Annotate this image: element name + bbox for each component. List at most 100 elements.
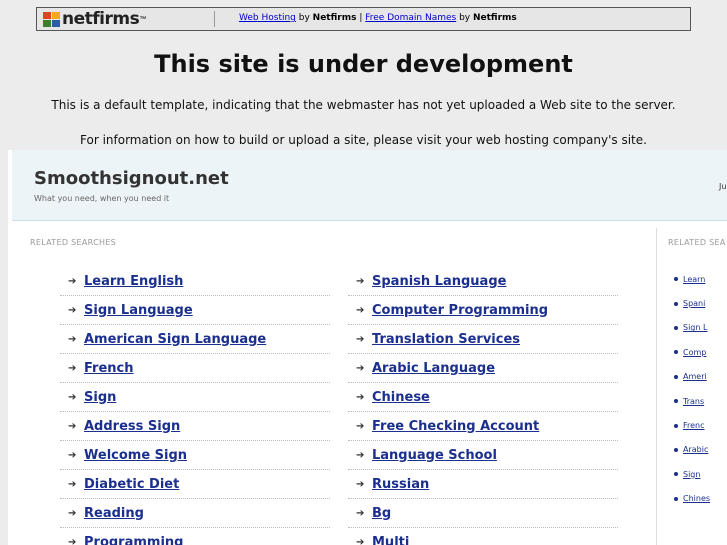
related-search-link[interactable]: Reading	[84, 506, 144, 521]
related-search-row: ➔ Translation Services	[348, 325, 618, 354]
netfirms-brand-1: Netfirms	[312, 13, 357, 23]
logo-trademark: ™	[139, 15, 147, 23]
site-title[interactable]: Smoothsignout.net	[34, 168, 229, 189]
bullet-icon	[674, 447, 678, 452]
related-search-link[interactable]: Language School	[372, 448, 497, 463]
sidebar-search-item: Sign	[674, 462, 727, 486]
related-search-link[interactable]: Programming	[84, 535, 183, 545]
site-header-right-text: Ju	[719, 182, 727, 191]
arrow-right-icon: ➔	[68, 275, 77, 287]
related-search-link[interactable]: Sign Language	[84, 303, 193, 318]
web-hosting-link[interactable]: Web Hosting	[239, 13, 296, 23]
related-searches-right-column: ➔ Spanish Language ➔ Computer Programming ➔ T…	[348, 267, 618, 545]
bullet-icon	[674, 472, 678, 477]
arrow-right-icon: ➔	[356, 362, 365, 374]
sidebar-search-link[interactable]: Trans	[683, 397, 704, 406]
related-search-link[interactable]: Diabetic Diet	[84, 477, 179, 492]
related-search-row: ➔ Diabetic Diet	[60, 470, 330, 499]
related-search-link[interactable]: American Sign Language	[84, 332, 266, 347]
sidebar-search-link[interactable]: Learn	[683, 275, 705, 284]
arrow-right-icon: ➔	[68, 449, 77, 461]
sidebar-search-item: Trans	[674, 389, 727, 413]
related-search-row: ➔ Russian	[348, 470, 618, 499]
bullet-icon	[674, 325, 678, 330]
column-divider	[656, 228, 657, 545]
related-search-row: ➔ Arabic Language	[348, 354, 618, 383]
bullet-icon	[674, 423, 678, 428]
related-search-link[interactable]: Chinese	[372, 390, 430, 405]
related-search-row: ➔ Programming	[60, 528, 330, 545]
bullet-icon	[674, 496, 678, 501]
related-search-link[interactable]: Computer Programming	[372, 303, 548, 318]
sidebar-search-item: Learn	[674, 267, 727, 291]
related-search-link[interactable]: Spanish Language	[372, 274, 506, 289]
bullet-icon	[674, 277, 678, 282]
info-text-hosting-company: For information on how to build or uploa…	[80, 133, 647, 147]
sidebar-search-link[interactable]: Comp	[683, 348, 706, 357]
related-search-row: ➔ American Sign Language	[60, 325, 330, 354]
arrow-right-icon: ➔	[356, 420, 365, 432]
related-search-row: ➔ Sign	[60, 383, 330, 412]
free-domain-names-link[interactable]: Free Domain Names	[365, 13, 456, 23]
arrow-right-icon: ➔	[356, 536, 365, 545]
related-search-link[interactable]: Translation Services	[372, 332, 520, 347]
related-search-link[interactable]: French	[84, 361, 134, 376]
related-search-link[interactable]: Arabic Language	[372, 361, 495, 376]
related-search-row: ➔ Free Checking Account	[348, 412, 618, 441]
arrow-right-icon: ➔	[68, 420, 77, 432]
arrow-right-icon: ➔	[356, 507, 365, 519]
bullet-icon	[674, 350, 678, 355]
related-search-row: ➔ French	[60, 354, 330, 383]
related-search-row: ➔ Bg	[348, 499, 618, 528]
sidebar-search-link[interactable]: Frenc	[683, 421, 705, 430]
sidebar-search-link[interactable]: Arabic	[683, 445, 708, 454]
by-text: by	[456, 13, 473, 23]
related-search-row: ➔ Language School	[348, 441, 618, 470]
arrow-right-icon: ➔	[356, 449, 365, 461]
parked-site-frame: Smoothsignout.net What you need, when yo…	[8, 150, 727, 545]
sidebar-related-searches-list: Learn Spani Sign L Comp Ameri Trans Frenc Arabi…	[674, 267, 727, 511]
arrow-right-icon: ➔	[356, 304, 365, 316]
sidebar-search-item: Sign L	[674, 316, 727, 340]
arrow-right-icon: ➔	[356, 275, 365, 287]
arrow-right-icon: ➔	[68, 507, 77, 519]
netfirms-logo-icon	[43, 11, 61, 27]
related-search-row: ➔ Sign Language	[60, 296, 330, 325]
related-search-row: ➔ Multi	[348, 528, 618, 545]
related-search-link[interactable]: Welcome Sign	[84, 448, 187, 463]
sidebar-search-item: Chines	[674, 487, 727, 511]
arrow-right-icon: ➔	[68, 362, 77, 374]
netfirms-logo[interactable]: netfirms ™	[43, 10, 146, 28]
sidebar-related-searches-label: RELATED SEA	[668, 238, 726, 247]
related-searches-left-column: ➔ Learn English ➔ Sign Language ➔ American Si…	[60, 267, 330, 545]
related-search-link[interactable]: Free Checking Account	[372, 419, 539, 434]
related-search-link[interactable]: Learn English	[84, 274, 183, 289]
related-search-link[interactable]: Address Sign	[84, 419, 180, 434]
related-search-row: ➔ Learn English	[60, 267, 330, 296]
site-tagline: What you need, when you need it	[34, 194, 170, 203]
related-searches-label: RELATED SEARCHES	[30, 238, 117, 247]
page-headline: This site is under development	[154, 50, 573, 78]
sidebar-search-link[interactable]: Sign	[683, 470, 700, 479]
related-search-row: ➔ Welcome Sign	[60, 441, 330, 470]
sidebar-search-link[interactable]: Spani	[683, 299, 705, 308]
banner-links: Web Hosting by Netfirms | Free Domain Na…	[239, 13, 517, 23]
separator-text: |	[356, 13, 366, 23]
arrow-right-icon: ➔	[68, 536, 77, 545]
related-search-link[interactable]: Bg	[372, 506, 391, 521]
sidebar-search-link[interactable]: Sign L	[683, 323, 707, 332]
by-text: by	[295, 13, 313, 23]
sidebar-search-link[interactable]: Ameri	[683, 372, 707, 381]
sidebar-search-item: Spani	[674, 291, 727, 315]
related-search-link[interactable]: Multi	[372, 535, 409, 545]
related-search-row: ➔ Reading	[60, 499, 330, 528]
bullet-icon	[674, 301, 678, 306]
arrow-right-icon: ➔	[356, 333, 365, 345]
related-search-row: ➔ Chinese	[348, 383, 618, 412]
sidebar-search-link[interactable]: Chines	[683, 494, 710, 503]
related-search-row: ➔ Spanish Language	[348, 267, 618, 296]
related-search-link[interactable]: Russian	[372, 477, 429, 492]
related-search-link[interactable]: Sign	[84, 390, 116, 405]
sidebar-search-item: Comp	[674, 340, 727, 364]
arrow-right-icon: ➔	[68, 478, 77, 490]
